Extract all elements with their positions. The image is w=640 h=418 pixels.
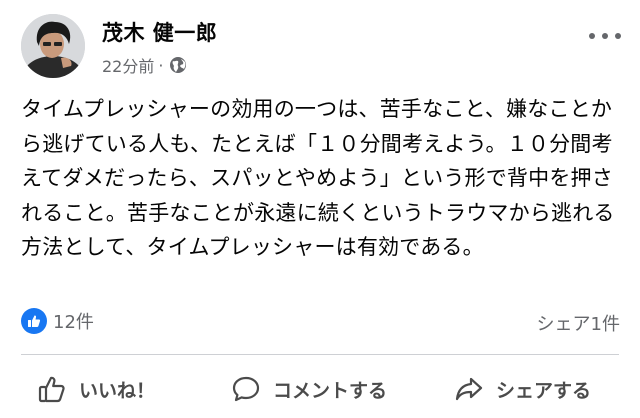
post-message: タイムプレッシャーの効用の一つは、苦手なこと、嫌なことから逃げている人も、たとえ…	[21, 97, 615, 259]
share-arrow-icon	[455, 377, 483, 401]
thumbs-up-outline-icon	[38, 376, 65, 403]
action-bar: いいね！ コメントする シェアする	[0, 360, 640, 418]
author-name[interactable]: 茂木 健一郎	[102, 17, 217, 47]
speech-bubble-icon	[232, 376, 260, 402]
globe-icon	[169, 56, 187, 74]
share-button[interactable]: シェアする	[454, 368, 591, 410]
facebook-post: 茂木 健一郎 22分前 · タイムプレッシャーの効用の一つは、苦手なこと、嫌なこ…	[0, 0, 640, 418]
like-count: 12件	[53, 312, 94, 333]
avatar[interactable]	[21, 14, 85, 78]
comment-button[interactable]: コメントする	[231, 368, 387, 410]
divider	[21, 354, 619, 355]
avatar-photo	[21, 14, 85, 78]
like-button[interactable]: いいね！	[37, 368, 155, 410]
reaction-count[interactable]: 12件	[21, 308, 94, 334]
post-timestamp[interactable]: 22分前	[102, 53, 154, 77]
post-meta: 22分前 ·	[102, 53, 187, 77]
share-button-label: シェアする	[496, 379, 592, 402]
share-count[interactable]: シェア1件	[537, 310, 620, 336]
like-button-label: いいね！	[79, 379, 156, 402]
meta-separator: ·	[158, 55, 164, 75]
thumbs-up-icon	[21, 308, 47, 334]
more-options-icon[interactable]	[589, 26, 621, 46]
comment-button-label: コメントする	[273, 379, 388, 402]
